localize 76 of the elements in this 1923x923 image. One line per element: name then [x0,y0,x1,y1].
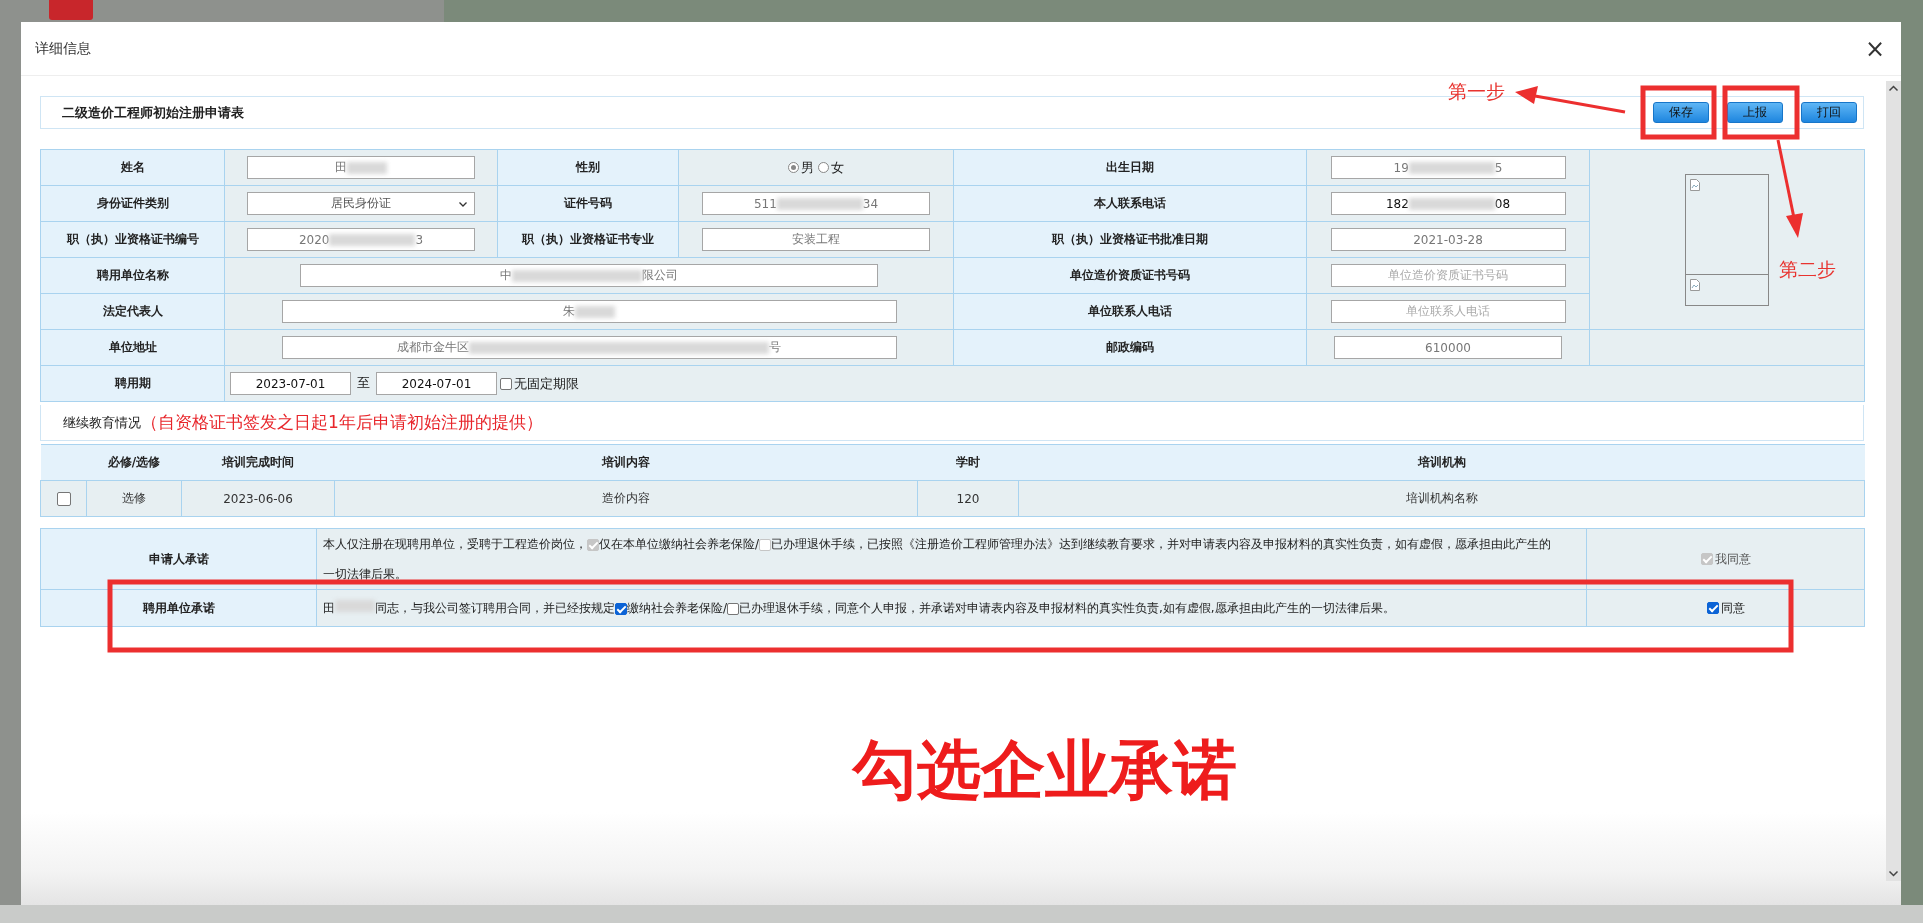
field-label: 法定代表人 [40,293,225,330]
column-header: 必修/选修 [86,444,182,481]
input-field[interactable]: 田 [247,156,475,179]
commitment-text: 缴纳社会养老保险/ [627,601,728,615]
input-field[interactable]: 成都市金牛区 号 [281,336,897,359]
separator-text: 至 [357,375,370,390]
field-label: 身份证件类别 [40,185,225,222]
close-button[interactable]: × [1862,36,1887,61]
table-cell: 选修 [86,480,182,517]
section-title: 继续教育情况 [63,413,141,432]
dialog-title: 详细信息 [35,39,91,58]
commitment-text: 已办理退休手续，同意个人申报，并承诺对申请表内容及申报材料的真实性负责,如有虚假,愿承担由此产生的一切法律后果。 [739,601,1395,615]
radio-button[interactable]: 女 [818,158,844,177]
checkbox[interactable] [56,491,71,506]
commitment-text: 田 [323,601,335,615]
table-cell: 120 [917,480,1019,517]
input-field[interactable]: 182 08 [1330,192,1566,215]
broken-image-icon [1690,178,1700,191]
column-header: 培训内容 [334,444,918,481]
scrollbar[interactable] [1886,81,1901,881]
field-label: 职（执）业资格证书编号 [40,221,225,258]
toolbar-button[interactable]: 保存 [1653,102,1709,123]
input-field[interactable]: 朱 [281,300,897,323]
field-label: 单位联系人电话 [953,293,1307,330]
logo-icon [49,0,93,20]
caption-text: 勾选企业承诺 [853,733,1237,807]
commitment-text: 仅在本单位缴纳社会养老保险/ [599,537,760,551]
field-label: 姓名 [40,149,225,186]
input-field[interactable]: 511 34 [702,192,930,215]
input-field[interactable]: 中 限公司 [300,264,878,287]
field-label: 单位造价资质证书号码 [953,257,1307,294]
field-label: 出生日期 [953,149,1307,186]
field-label: 职（执）业资格证书批准日期 [953,221,1307,258]
column-header: 培训完成时间 [181,444,335,481]
checkbox[interactable] [615,602,627,615]
column-header: 培训机构 [1018,444,1865,481]
annotation-text: 第二步 [1779,257,1836,282]
chevron-icon [458,199,468,209]
broken-image-icon [1690,278,1700,291]
input-field[interactable]: 2020 3 [247,228,475,251]
input-field[interactable]: 2021-03-28 [1330,228,1566,251]
checkbox[interactable]: 无固定期限 [500,374,579,393]
commitment-text: 已办理退休手续，已按照《注册造价工程师管理办法》达到继续教育要求，并对申请表内容及申报材料的真实性负责，如有虚假，愿承担由此产生的 [771,537,1552,551]
field-label: 本人联系电话 [953,185,1307,222]
commitment-text: 一切法律后果。 [323,567,407,581]
input-field[interactable]: 19 5 [1330,156,1566,179]
table-cell: 2023-06-06 [181,480,335,517]
input-field[interactable]: 610000 [1334,336,1562,359]
form-title: 二级造价工程师初始注册申请表 [62,103,244,122]
field-label: 聘用单位名称 [40,257,225,294]
field-label: 聘用单位承诺 [40,589,317,627]
dropdown[interactable]: 居民身份证 [247,192,475,215]
input-field[interactable]: 安装工程 [702,228,930,251]
checkbox[interactable]: 同意 [1706,599,1745,617]
table-cell: 造价内容 [334,480,918,517]
checkbox[interactable] [727,602,740,615]
field-label: 证件号码 [497,185,679,222]
date-field[interactable]: 2023-07-01 [230,372,351,395]
redaction-mark [347,161,387,174]
field-label: 邮政编码 [953,329,1307,366]
field-label: 聘用期 [40,365,225,402]
field-label: 单位地址 [40,329,225,366]
commitment-text: 本人仅注册在现聘用单位，受聘于工程造价岗位， [323,537,587,551]
field-label: 申请人承诺 [40,528,317,590]
field-label: 职（执）业资格证书专业 [497,221,679,258]
radio-button[interactable]: 男 [788,158,814,177]
table-cell: 培训机构名称 [1018,480,1865,517]
column-header: 学时 [917,444,1019,481]
toolbar-button[interactable]: 打回 [1801,102,1857,123]
section-note: （自资格证书签发之日起1年后申请初始注册的提供） [141,411,543,434]
redaction-mark [575,305,615,318]
date-field[interactable]: 2024-07-01 [376,372,497,395]
annotation-text: 第一步 [1448,79,1505,104]
field-label: 性别 [497,149,679,186]
toolbar-button[interactable]: 上报 [1727,102,1783,123]
commitment-text: 同志，与我公司签订聘用合同，并已经按规定 [375,601,615,615]
